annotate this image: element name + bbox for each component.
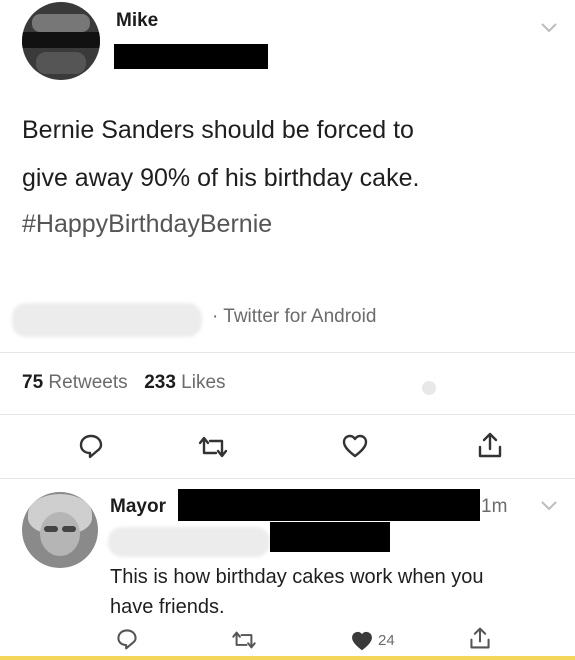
bottom-border <box>0 656 575 660</box>
tweet-text-line-2: give away 90% of his birthday cake. <box>22 164 420 192</box>
reply-blurred-handle <box>108 527 270 557</box>
hashtag-link[interactable]: #HappyBirthdayBernie <box>22 210 272 239</box>
reply-author-avatar[interactable] <box>22 492 98 568</box>
stats-dot <box>422 381 436 395</box>
reply-menu-chevron-icon[interactable] <box>540 500 558 512</box>
like-icon[interactable] <box>341 433 369 459</box>
tweet-menu-chevron-icon[interactable] <box>540 22 558 34</box>
liked-heart-icon[interactable] <box>350 630 374 652</box>
reply-text-line-1: This is how birthday cakes work when you <box>110 566 484 588</box>
retweets-label[interactable]: Retweets <box>48 372 127 393</box>
tweet-source[interactable]: · Twitter for Android <box>212 306 376 328</box>
reply-time: 1m <box>481 496 508 517</box>
likes-count: 233 <box>144 372 176 393</box>
reply-text-line-2: have friends. <box>110 596 225 618</box>
reply-like-count: 24 <box>378 632 395 649</box>
share-icon[interactable] <box>476 430 504 460</box>
reply-retweet-icon[interactable] <box>230 630 258 650</box>
author-name[interactable]: Mike <box>116 10 158 32</box>
redacted-handle <box>114 44 268 69</box>
retweets-count: 75 <box>22 372 44 393</box>
divider-middle <box>0 414 575 415</box>
reply-redacted-name <box>178 489 480 521</box>
reply-icon[interactable] <box>77 432 105 460</box>
blurred-timestamp <box>12 303 202 337</box>
reply-reply-icon[interactable] <box>115 627 139 651</box>
reply-share-icon[interactable] <box>468 625 492 651</box>
author-avatar[interactable] <box>22 2 100 80</box>
likes-label[interactable]: Likes <box>181 372 225 393</box>
retweet-icon[interactable] <box>196 435 230 459</box>
tweet-stats: 75 Retweets 233 Likes <box>22 372 226 394</box>
reply-redacted-handle <box>270 522 390 552</box>
tweet-text-line-1: Bernie Sanders should be forced to <box>22 116 414 144</box>
divider-top <box>0 352 575 353</box>
divider-bottom <box>0 478 575 479</box>
reply-author-name[interactable]: Mayor <box>110 496 166 518</box>
